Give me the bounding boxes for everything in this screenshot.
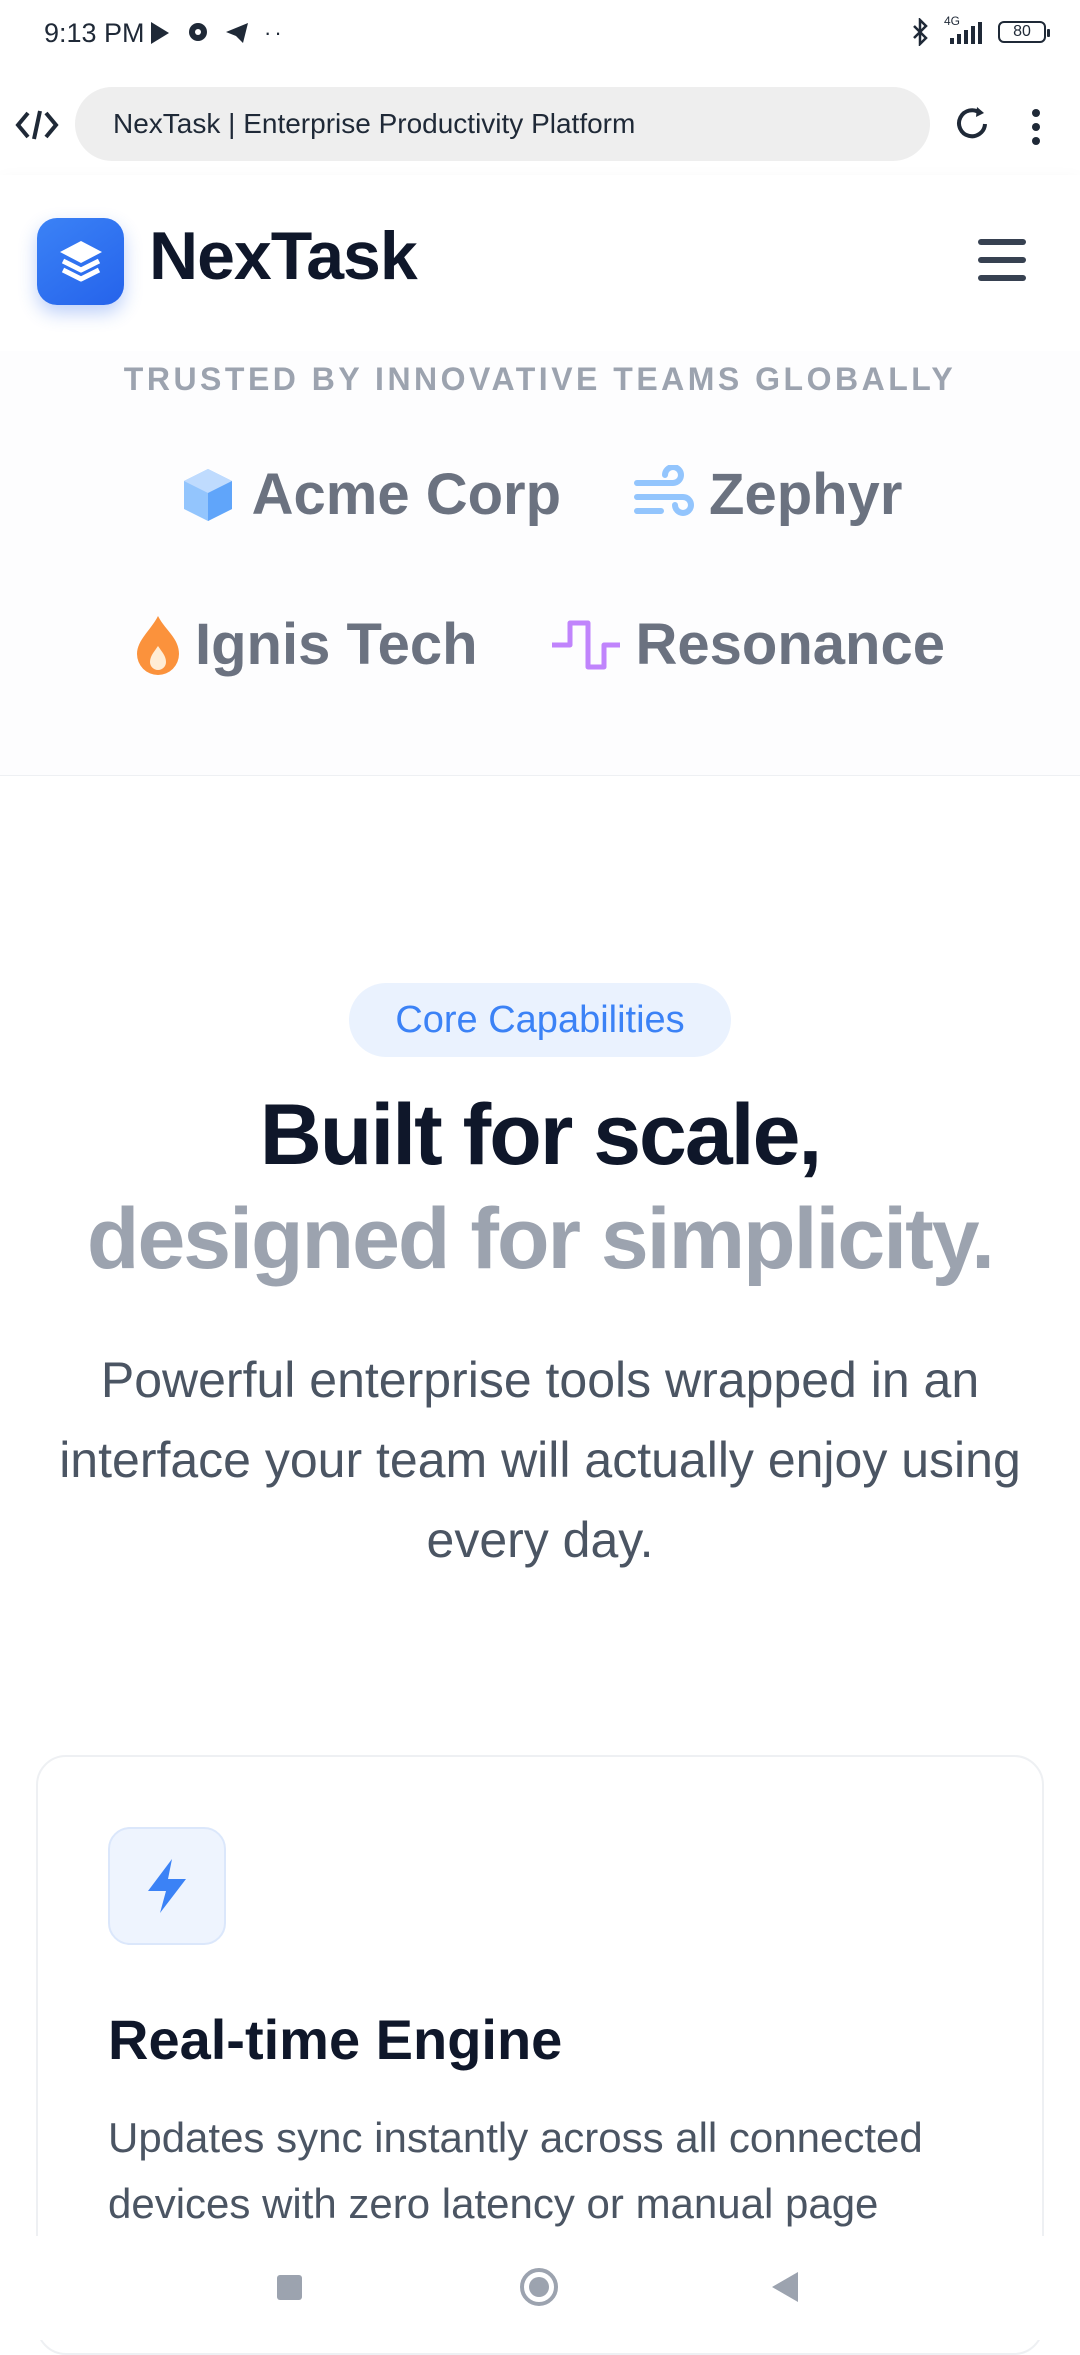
brand-ignis-tech: Ignis Tech bbox=[135, 611, 478, 678]
cube-icon bbox=[183, 468, 232, 521]
chat-bubble-icon bbox=[189, 23, 207, 41]
site-header: NexTask bbox=[0, 175, 1080, 351]
pulse-icon bbox=[551, 620, 620, 669]
feature-card-description: Updates sync instantly across all connec… bbox=[108, 2114, 923, 2227]
headline-line-1: Built for scale, bbox=[259, 1087, 823, 1183]
brand-name-text: Resonance bbox=[635, 612, 945, 677]
reload-icon[interactable] bbox=[950, 102, 994, 146]
brand-name-text: Ignis Tech bbox=[195, 612, 478, 677]
home-button[interactable] bbox=[520, 2268, 558, 2306]
status-system-icons: 4G 80 bbox=[910, 14, 1050, 46]
brand-logo[interactable] bbox=[37, 218, 124, 305]
system-navigation-bar bbox=[0, 2236, 1080, 2340]
brand-name[interactable]: NexTask bbox=[149, 217, 418, 295]
page-title-text: NexTask | Enterprise Productivity Platfo… bbox=[113, 108, 636, 139]
back-button[interactable] bbox=[772, 2272, 798, 2302]
brand-name-text: Acme Corp bbox=[251, 462, 562, 527]
bluetooth-icon bbox=[913, 18, 928, 46]
browser-toolbar: NexTask | Enterprise Productivity Platfo… bbox=[0, 75, 1080, 175]
overflow-menu-icon[interactable] bbox=[1030, 107, 1042, 147]
recent-apps-button[interactable] bbox=[277, 2275, 302, 2300]
status-bar: 9:13 PM ·· 4G 80 bbox=[0, 0, 1080, 75]
hamburger-menu-icon[interactable] bbox=[976, 237, 1028, 283]
play-store-icon bbox=[151, 22, 169, 44]
brand-name-text: Zephyr bbox=[709, 462, 903, 527]
telegram-icon bbox=[226, 23, 248, 43]
features-headline: Built for scale, designed for simplicity… bbox=[0, 1083, 1080, 1291]
battery-level: 80 bbox=[1013, 23, 1031, 40]
lightning-icon bbox=[148, 1859, 186, 1913]
more-notifications-icon: ·· bbox=[264, 20, 285, 45]
site-settings-icon[interactable] bbox=[14, 105, 60, 145]
status-time: 9:13 PM bbox=[44, 18, 145, 48]
brand-logo-row: Acme Corp Zephyr bbox=[0, 461, 1080, 528]
flame-icon bbox=[137, 615, 179, 675]
features-subtext: Powerful enterprise tools wrapped in an … bbox=[59, 1352, 1021, 1568]
feature-card-title: Real-time Engine bbox=[108, 2008, 563, 2071]
signal-strength-icon: 4G bbox=[942, 14, 986, 46]
wind-icon bbox=[634, 464, 694, 516]
feature-icon-tile bbox=[108, 1827, 226, 1945]
brand-logo-row: Ignis Tech Resonance bbox=[0, 611, 1080, 678]
brand-acme-corp: Acme Corp bbox=[178, 461, 561, 528]
headline-line-2: designed for simplicity. bbox=[86, 1191, 995, 1287]
status-notification-icons: ·· bbox=[148, 20, 285, 46]
trusted-by-section: TRUSTED BY INNOVATIVE TEAMS GLOBALLY Acm… bbox=[0, 351, 1080, 776]
layers-icon bbox=[59, 240, 102, 281]
brand-resonance: Resonance bbox=[550, 611, 945, 678]
trusted-heading: TRUSTED BY INNOVATIVE TEAMS GLOBALLY bbox=[123, 361, 957, 397]
battery-icon: 80 bbox=[998, 21, 1050, 43]
address-bar[interactable]: NexTask | Enterprise Productivity Platfo… bbox=[75, 87, 930, 161]
core-capabilities-badge: Core Capabilities bbox=[349, 983, 731, 1057]
brand-zephyr: Zephyr bbox=[633, 461, 902, 528]
